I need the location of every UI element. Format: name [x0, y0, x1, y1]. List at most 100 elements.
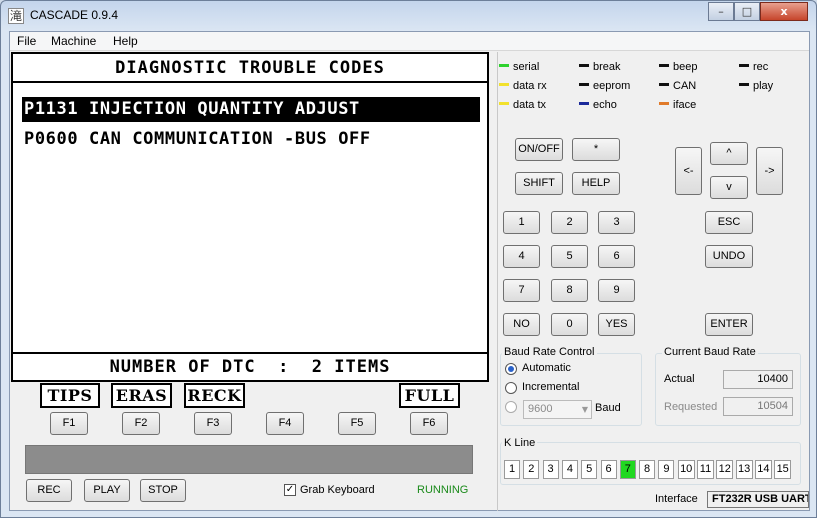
- echo-led-icon: [579, 102, 589, 105]
- chevron-down-icon: ▼: [581, 405, 588, 414]
- lcd-display: DIAGNOSTIC TROUBLE CODES P1131 INJECTION…: [11, 52, 489, 382]
- interface-label: Interface: [655, 493, 698, 505]
- menu-help[interactable]: Help: [113, 34, 138, 48]
- current-baud-rate-title: Current Baud Rate: [662, 346, 758, 358]
- menu-bar: File Machine Help: [10, 32, 809, 51]
- f4-button[interactable]: F4: [266, 412, 304, 435]
- softkey-label-eras: ERAS: [111, 383, 172, 408]
- baud-rate-value: 9600: [528, 403, 553, 415]
- led-label-data-tx: data tx: [513, 99, 547, 111]
- k-line-1-box[interactable]: 1: [504, 460, 520, 479]
- led-label-serial: serial: [513, 61, 540, 73]
- menu-machine[interactable]: Machine: [51, 34, 96, 48]
- softkey-label-reck: RECK: [184, 383, 245, 408]
- key-0-button[interactable]: 0: [551, 313, 588, 336]
- k-line-4-box[interactable]: 4: [561, 460, 578, 479]
- key-6-button[interactable]: 6: [598, 245, 635, 268]
- no-button[interactable]: NO: [503, 313, 540, 336]
- f1-button[interactable]: F1: [50, 412, 88, 435]
- enter-button[interactable]: ENTER: [705, 313, 753, 336]
- k-line-15-box[interactable]: 15: [774, 460, 792, 479]
- lcd-footer: NUMBER OF DTC : 2 ITEMS: [11, 352, 489, 382]
- data-rx-led-icon: [499, 83, 509, 86]
- shift-button[interactable]: SHIFT: [515, 172, 563, 195]
- f5-button[interactable]: F5: [338, 412, 376, 435]
- key-4-button[interactable]: 4: [503, 245, 540, 268]
- break-led-icon: [579, 64, 589, 67]
- k-line-3-box[interactable]: 3: [542, 460, 559, 479]
- can-led-icon: [659, 83, 669, 86]
- incremental-label[interactable]: Incremental: [522, 381, 579, 393]
- dtc-row[interactable]: P0600 CAN COMMUNICATION -BUS OFF: [22, 127, 371, 152]
- softkey-label-tips: TIPS: [40, 383, 100, 408]
- title-bar[interactable]: 滝 CASCADE 0.9.4 – □ x: [1, 1, 816, 31]
- k-line-2-box[interactable]: 2: [523, 460, 540, 479]
- window-title: CASCADE 0.9.4: [30, 8, 119, 22]
- key-9-button[interactable]: 9: [598, 279, 635, 302]
- minimize-button[interactable]: –: [708, 2, 734, 21]
- led-label-eeprom: eeprom: [593, 80, 631, 92]
- right-arrow-button[interactable]: ->: [756, 147, 783, 195]
- on-off-button[interactable]: ON/OFF: [515, 138, 563, 161]
- up-arrow-button[interactable]: ^: [710, 142, 748, 165]
- close-button[interactable]: x: [760, 2, 808, 21]
- star-button[interactable]: *: [572, 138, 620, 161]
- undo-button[interactable]: UNDO: [705, 245, 753, 268]
- rec-button[interactable]: REC: [26, 479, 72, 502]
- k-line-12-box[interactable]: 12: [716, 460, 734, 479]
- k-line-8-box[interactable]: 8: [639, 460, 656, 479]
- automatic-radio[interactable]: [505, 363, 517, 375]
- maximize-button[interactable]: □: [734, 2, 760, 21]
- led-label-break: break: [593, 61, 621, 73]
- key-5-button[interactable]: 5: [551, 245, 588, 268]
- k-line-7-box[interactable]: 7: [619, 460, 636, 479]
- k-line-title: K Line: [502, 437, 538, 449]
- menu-file[interactable]: File: [17, 34, 36, 48]
- grab-keyboard-checkbox[interactable]: ✓: [284, 484, 296, 496]
- app-icon: 滝: [8, 8, 24, 24]
- requested-baud-field: 10504: [723, 397, 793, 416]
- k-line-5-box[interactable]: 5: [581, 460, 598, 479]
- k-line-14-box[interactable]: 14: [754, 460, 772, 479]
- actual-baud-field: 10400: [723, 370, 793, 389]
- fixed-rate-radio[interactable]: [505, 401, 517, 413]
- actual-label: Actual: [664, 373, 695, 385]
- f6-button[interactable]: F6: [410, 412, 448, 435]
- led-label-play: play: [753, 80, 774, 92]
- baud-rate-select[interactable]: 9600 ▼: [523, 400, 592, 419]
- grab-keyboard-label[interactable]: Grab Keyboard: [300, 484, 375, 496]
- f2-button[interactable]: F2: [122, 412, 160, 435]
- help-button[interactable]: HELP: [572, 172, 620, 195]
- f3-button[interactable]: F3: [194, 412, 232, 435]
- k-line-6-box[interactable]: 6: [600, 460, 617, 479]
- play-button[interactable]: PLAY: [84, 479, 130, 502]
- lcd-title: DIAGNOSTIC TROUBLE CODES: [115, 58, 385, 78]
- play-led-icon: [739, 83, 749, 86]
- key-1-button[interactable]: 1: [503, 211, 540, 234]
- led-label-can: CAN: [673, 80, 697, 92]
- app-window: 滝 CASCADE 0.9.4 – □ x File Machine Help …: [0, 0, 817, 518]
- yes-button[interactable]: YES: [598, 313, 635, 336]
- k-line-9-box[interactable]: 9: [658, 460, 675, 479]
- down-arrow-button[interactable]: v: [710, 176, 748, 199]
- led-label-rec: rec: [753, 61, 769, 73]
- left-arrow-button[interactable]: <-: [675, 147, 702, 195]
- data-tx-led-icon: [499, 102, 509, 105]
- automatic-label[interactable]: Automatic: [522, 362, 571, 374]
- led-label-iface: iface: [673, 99, 697, 111]
- esc-button[interactable]: ESC: [705, 211, 753, 234]
- stop-button[interactable]: STOP: [140, 479, 186, 502]
- run-status: RUNNING: [417, 484, 469, 496]
- k-line-10-box[interactable]: 10: [677, 460, 695, 479]
- requested-label: Requested: [664, 401, 718, 413]
- rec-led-icon: [739, 64, 749, 67]
- k-line-11-box[interactable]: 11: [697, 460, 714, 479]
- beep-led-icon: [659, 64, 669, 67]
- key-7-button[interactable]: 7: [503, 279, 540, 302]
- incremental-radio[interactable]: [505, 382, 517, 394]
- dtc-row-selected[interactable]: P1131 INJECTION QUANTITY ADJUST: [22, 97, 480, 122]
- key-8-button[interactable]: 8: [551, 279, 588, 302]
- k-line-13-box[interactable]: 13: [735, 460, 753, 479]
- key-2-button[interactable]: 2: [551, 211, 588, 234]
- key-3-button[interactable]: 3: [598, 211, 635, 234]
